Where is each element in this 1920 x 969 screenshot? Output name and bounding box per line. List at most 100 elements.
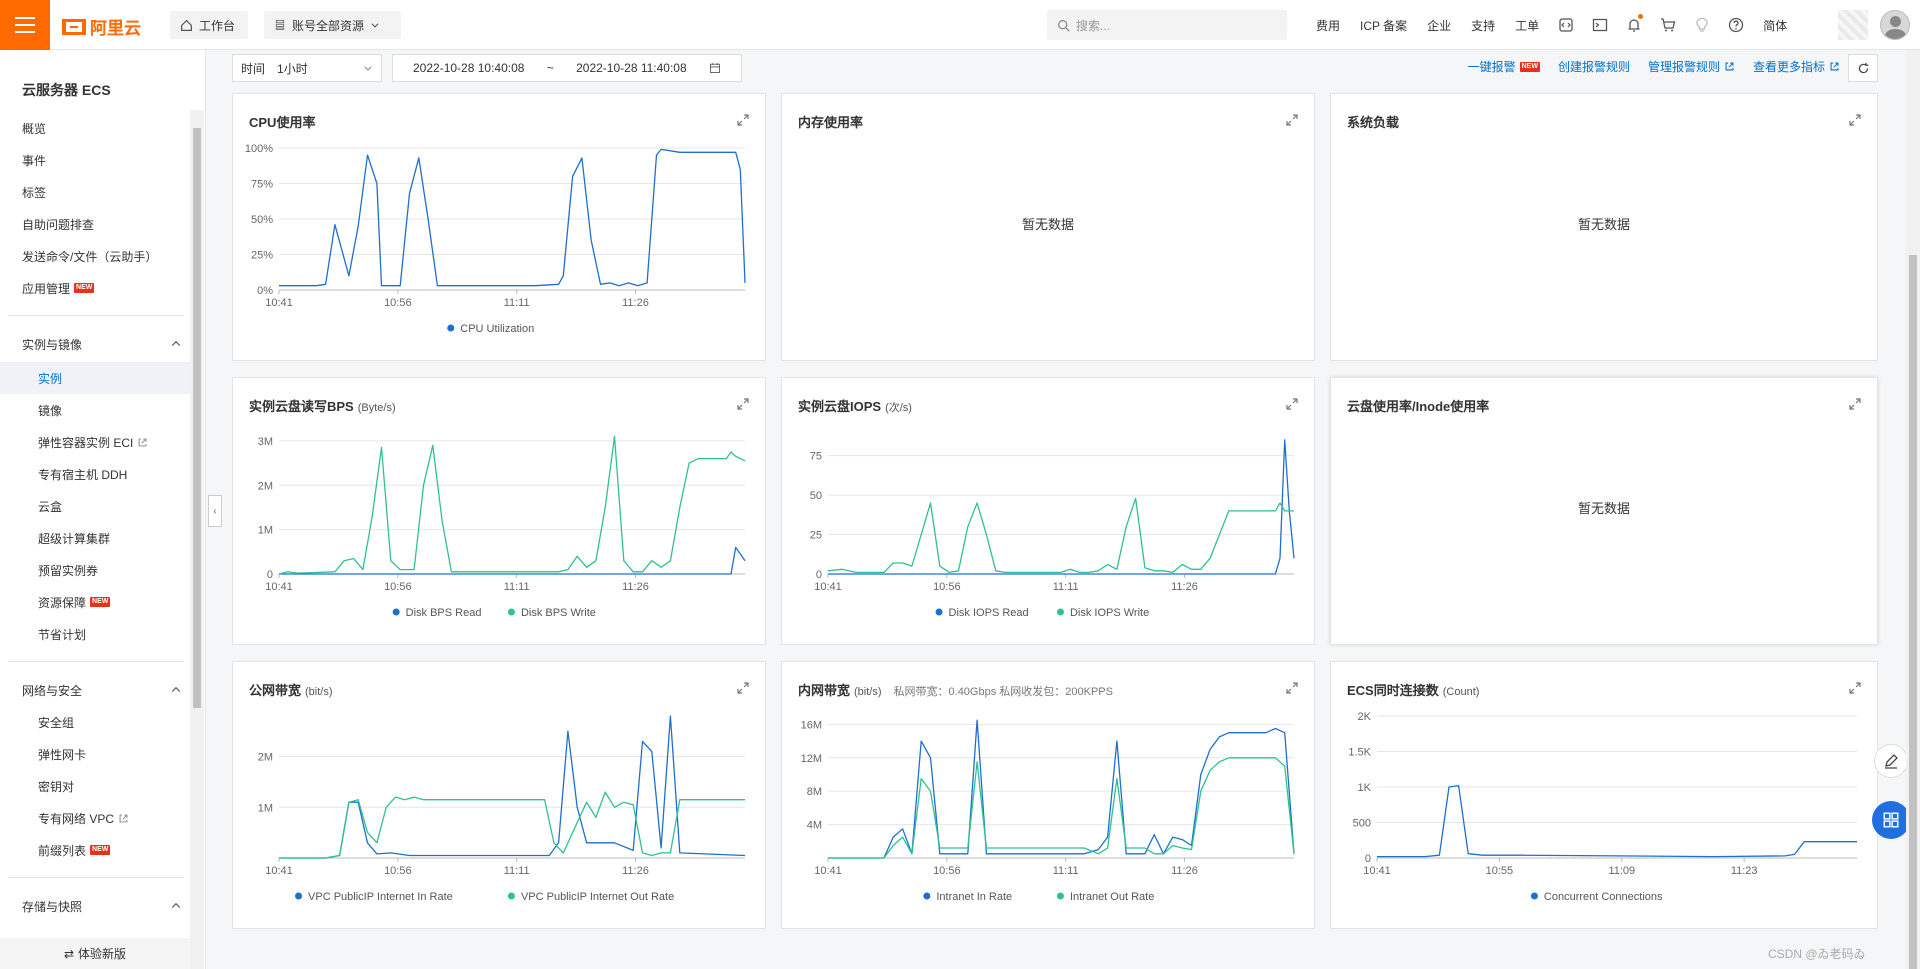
- nav-ticket[interactable]: 工单: [1505, 0, 1549, 50]
- terminal-icon[interactable]: [1583, 0, 1617, 50]
- page-scrollbar[interactable]: [1906, 50, 1920, 969]
- apps-button[interactable]: [1872, 801, 1910, 839]
- date-range-picker[interactable]: 2022-10-28 10:40:08 ~ 2022-10-28 11:40:0…: [392, 54, 742, 82]
- sidebar-item-vpc[interactable]: 专有网络 VPC: [38, 808, 129, 828]
- x-tick-label: 11:26: [1171, 865, 1198, 877]
- sidebar-group-storage[interactable]: 存储与快照: [22, 896, 182, 916]
- y-tick-label: 12M: [801, 753, 822, 765]
- legend-label[interactable]: VPC PublicIP Internet In Rate: [308, 891, 453, 903]
- workbench-button[interactable]: 工作台: [170, 11, 248, 39]
- legend-label[interactable]: Intranet Out Rate: [1070, 891, 1154, 903]
- bell-icon[interactable]: [1617, 0, 1651, 50]
- search-placeholder: 搜索...: [1076, 18, 1111, 33]
- legend-label[interactable]: Intranet In Rate: [936, 891, 1012, 903]
- top-nav: 费用 ICP 备案 企业 支持 工单 简体: [1306, 0, 1797, 50]
- sidebar-item-images[interactable]: 镜像: [38, 400, 62, 420]
- sidebar-scrollbar[interactable]: [190, 110, 204, 969]
- x-tick-label: 10:41: [265, 865, 293, 877]
- feedback-button[interactable]: [1874, 744, 1908, 778]
- legend-marker: [1530, 892, 1538, 900]
- link-label: 查看更多指标: [1752, 60, 1825, 74]
- sidebar-item-tags[interactable]: 标签: [22, 182, 46, 202]
- language-switch[interactable]: 简体: [1753, 0, 1797, 50]
- avatar[interactable]: [1880, 10, 1910, 40]
- legend-label[interactable]: Disk IOPS Write: [1070, 607, 1149, 619]
- card-title-text: 系统负载: [1347, 115, 1400, 130]
- nav-enterprise[interactable]: 企业: [1417, 0, 1461, 50]
- global-search[interactable]: 搜索...: [1047, 10, 1287, 40]
- y-tick-label: 1M: [258, 525, 273, 537]
- menu-icon[interactable]: [0, 0, 50, 50]
- resources-dropdown[interactable]: 账号全部资源: [264, 11, 401, 39]
- legend-marker: [923, 892, 931, 900]
- sidebar-item-eci[interactable]: 弹性容器实例 ECI: [38, 432, 148, 452]
- x-tick-label: 11:09: [1608, 865, 1635, 877]
- nav-fees[interactable]: 费用: [1306, 0, 1350, 50]
- sidebar-item-savings-plan[interactable]: 节省计划: [38, 624, 86, 644]
- collapse-sidebar-button[interactable]: ‹: [208, 495, 222, 527]
- one-click-alarm-link[interactable]: 一键报警 NEW: [1468, 58, 1540, 75]
- bulb-icon[interactable]: [1685, 0, 1719, 50]
- refresh-button[interactable]: [1848, 54, 1878, 82]
- sidebar-item-send-command[interactable]: 发送命令/文件（云助手）: [22, 246, 157, 266]
- time-range-select[interactable]: 时间 1小时: [232, 54, 382, 82]
- legend-label[interactable]: Disk BPS Read: [406, 607, 482, 619]
- sidebar-item-eni[interactable]: 弹性网卡: [38, 744, 86, 764]
- external-link-icon: [138, 438, 147, 446]
- legend-label[interactable]: CPU Utilization: [460, 323, 534, 335]
- nav-support[interactable]: 支持: [1461, 0, 1505, 50]
- manage-alarm-rules-link[interactable]: 管理报警规则: [1648, 58, 1735, 75]
- sidebar-item-events[interactable]: 事件: [22, 150, 46, 170]
- sidebar-item-ddh[interactable]: 专有宿主机 DDH: [38, 464, 127, 484]
- legend-marker: [507, 608, 515, 616]
- scrollbar-thumb[interactable]: [193, 128, 201, 708]
- chevron-down-icon: [364, 66, 372, 71]
- code-icon[interactable]: [1549, 0, 1583, 50]
- legend-label[interactable]: Concurrent Connections: [1544, 891, 1663, 903]
- sidebar-item-overview[interactable]: 概览: [22, 118, 46, 138]
- nav-icp[interactable]: ICP 备案: [1350, 0, 1417, 50]
- series-line: [278, 435, 746, 575]
- expand-icon[interactable]: [1286, 114, 1298, 126]
- help-icon[interactable]: [1719, 0, 1753, 50]
- aliyun-logo[interactable]: 阿里云: [62, 14, 141, 39]
- series-line: [828, 719, 1295, 859]
- sidebar-item-app-management[interactable]: 应用管理 NEW: [22, 278, 95, 298]
- new-badge: NEW: [90, 597, 111, 607]
- sidebar-group-instances[interactable]: 实例与镜像: [22, 334, 182, 354]
- legend-label[interactable]: Disk BPS Write: [521, 607, 596, 619]
- create-alarm-rule-link[interactable]: 创建报警规则: [1558, 58, 1630, 75]
- sidebar: 云服务器 ECS 概览 事件 标签 自助问题排查 发送命令/文件（云助手） 应用…: [0, 50, 206, 969]
- sidebar-item-resource-guarantee[interactable]: 资源保障 NEW: [38, 592, 111, 612]
- no-data-text: 暂无数据: [1577, 501, 1630, 516]
- sidebar-item-security-group[interactable]: 安全组: [38, 712, 74, 732]
- notification-dot: [1638, 14, 1644, 19]
- legend-label[interactable]: VPC PublicIP Internet Out Rate: [521, 891, 674, 903]
- sidebar-item-supercomputing[interactable]: 超级计算集群: [38, 528, 110, 548]
- legend-label[interactable]: Disk IOPS Read: [949, 607, 1029, 619]
- x-tick-label: 11:11: [1053, 865, 1079, 877]
- y-tick-label: 500: [1353, 818, 1371, 830]
- sidebar-item-label: 专有网络 VPC: [38, 811, 115, 826]
- card-title: 系统负载: [1347, 112, 1399, 131]
- range-separator: ~: [546, 61, 554, 75]
- expand-icon[interactable]: [1849, 114, 1861, 126]
- active-item-highlight: [0, 362, 190, 394]
- sidebar-item-instances[interactable]: 实例: [38, 368, 62, 388]
- y-tick-label: 1M: [258, 802, 273, 814]
- try-new-version-button[interactable]: ⇄ 体验新版: [0, 938, 190, 969]
- x-tick-label: 10:55: [1486, 865, 1514, 877]
- cart-icon[interactable]: [1651, 0, 1685, 50]
- y-tick-label: 0%: [257, 285, 273, 297]
- more-metrics-link[interactable]: 查看更多指标: [1753, 58, 1840, 75]
- expand-icon[interactable]: [1849, 398, 1861, 410]
- group-label: 网络与安全: [22, 683, 83, 698]
- sidebar-item-label: 前缀列表: [38, 843, 87, 858]
- sidebar-group-network[interactable]: 网络与安全: [22, 680, 182, 700]
- sidebar-item-reserved[interactable]: 预留实例券: [38, 560, 98, 580]
- scrollbar-thumb[interactable]: [1909, 255, 1917, 969]
- sidebar-item-cloudbox[interactable]: 云盒: [38, 496, 62, 516]
- sidebar-item-keypair[interactable]: 密钥对: [38, 776, 74, 796]
- sidebar-item-prefix-list[interactable]: 前缀列表 NEW: [38, 840, 111, 860]
- sidebar-item-troubleshoot[interactable]: 自助问题排查: [22, 214, 94, 234]
